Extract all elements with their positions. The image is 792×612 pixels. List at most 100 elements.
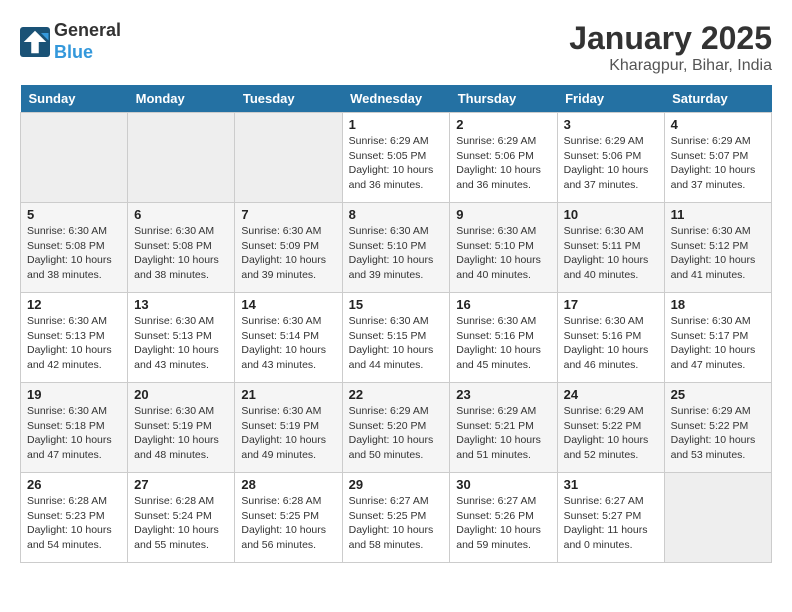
day-number: 24: [564, 387, 658, 402]
day-number: 30: [456, 477, 550, 492]
day-info: Sunrise: 6:29 AM Sunset: 5:22 PM Dayligh…: [671, 404, 765, 463]
calendar-cell: 2 Sunrise: 6:29 AM Sunset: 5:06 PM Daylig…: [450, 113, 557, 203]
calendar-cell: 21 Sunrise: 6:30 AM Sunset: 5:19 PM Dayli…: [235, 383, 342, 473]
day-info: Sunrise: 6:28 AM Sunset: 5:24 PM Dayligh…: [134, 494, 228, 553]
calendar-cell: 26 Sunrise: 6:28 AM Sunset: 5:23 PM Dayli…: [21, 473, 128, 563]
calendar-cell: 5Sunrise: 6:30 AM Sunset: 5:08 PM Daylig…: [21, 203, 128, 293]
weekday-header: Sunday: [21, 85, 128, 113]
day-info: Sunrise: 6:29 AM Sunset: 5:06 PM Dayligh…: [456, 134, 550, 193]
day-number: 14: [241, 297, 335, 312]
weekday-header: Saturday: [664, 85, 771, 113]
day-number: 27: [134, 477, 228, 492]
day-number: 7: [241, 207, 335, 222]
day-number: 10: [564, 207, 658, 222]
day-number: 2: [456, 117, 550, 132]
day-number: 15: [349, 297, 444, 312]
day-number: 1: [349, 117, 444, 132]
day-number: 16: [456, 297, 550, 312]
day-info: Sunrise: 6:30 AM Sunset: 5:12 PM Dayligh…: [671, 224, 765, 283]
day-info: Sunrise: 6:30 AM Sunset: 5:19 PM Dayligh…: [134, 404, 228, 463]
weekday-header: Friday: [557, 85, 664, 113]
day-number: 18: [671, 297, 765, 312]
calendar-week-row: 12 Sunrise: 6:30 AM Sunset: 5:13 PM Dayli…: [21, 293, 772, 383]
calendar-cell: 25 Sunrise: 6:29 AM Sunset: 5:22 PM Dayli…: [664, 383, 771, 473]
day-info: Sunrise: 6:29 AM Sunset: 5:22 PM Dayligh…: [564, 404, 658, 463]
calendar-cell: 15 Sunrise: 6:30 AM Sunset: 5:15 PM Dayli…: [342, 293, 450, 383]
day-number: 23: [456, 387, 550, 402]
calendar-subtitle: Kharagpur, Bihar, India: [569, 57, 772, 75]
calendar-cell: 19Sunrise: 6:30 AM Sunset: 5:18 PM Dayli…: [21, 383, 128, 473]
calendar-cell: 17 Sunrise: 6:30 AM Sunset: 5:16 PM Dayli…: [557, 293, 664, 383]
calendar-cell: 20Sunrise: 6:30 AM Sunset: 5:19 PM Dayli…: [128, 383, 235, 473]
calendar-cell: 7 Sunrise: 6:30 AM Sunset: 5:09 PM Daylig…: [235, 203, 342, 293]
weekday-header: Monday: [128, 85, 235, 113]
day-number: 6: [134, 207, 228, 222]
day-number: 28: [241, 477, 335, 492]
day-info: Sunrise: 6:28 AM Sunset: 5:25 PM Dayligh…: [241, 494, 335, 553]
calendar-cell: 23 Sunrise: 6:29 AM Sunset: 5:21 PM Dayli…: [450, 383, 557, 473]
day-info: Sunrise: 6:30 AM Sunset: 5:15 PM Dayligh…: [349, 314, 444, 373]
calendar-week-row: 1 Sunrise: 6:29 AM Sunset: 5:05 PM Daylig…: [21, 113, 772, 203]
weekday-header: Thursday: [450, 85, 557, 113]
calendar-cell: [21, 113, 128, 203]
calendar-cell: 29 Sunrise: 6:27 AM Sunset: 5:25 PM Dayli…: [342, 473, 450, 563]
day-info: Sunrise: 6:29 AM Sunset: 5:20 PM Dayligh…: [349, 404, 444, 463]
calendar-cell: [128, 113, 235, 203]
day-number: 21: [241, 387, 335, 402]
day-info: Sunrise: 6:30 AM Sunset: 5:16 PM Dayligh…: [456, 314, 550, 373]
day-info: Sunrise: 6:30 AM Sunset: 5:11 PM Dayligh…: [564, 224, 658, 283]
calendar-cell: 13Sunrise: 6:30 AM Sunset: 5:13 PM Dayli…: [128, 293, 235, 383]
day-info: Sunrise: 6:27 AM Sunset: 5:27 PM Dayligh…: [564, 494, 658, 553]
calendar-cell: 31 Sunrise: 6:27 AM Sunset: 5:27 PM Dayli…: [557, 473, 664, 563]
calendar-title: January 2025: [569, 20, 772, 57]
day-number: 31: [564, 477, 658, 492]
logo-line2: Blue: [54, 42, 121, 64]
day-info: Sunrise: 6:30 AM Sunset: 5:17 PM Dayligh…: [671, 314, 765, 373]
day-number: 25: [671, 387, 765, 402]
day-number: 9: [456, 207, 550, 222]
calendar-cell: 9 Sunrise: 6:30 AM Sunset: 5:10 PM Daylig…: [450, 203, 557, 293]
day-number: 8: [349, 207, 444, 222]
day-number: 29: [349, 477, 444, 492]
day-number: 11: [671, 207, 765, 222]
calendar-cell: 24 Sunrise: 6:29 AM Sunset: 5:22 PM Dayli…: [557, 383, 664, 473]
calendar-table: SundayMondayTuesdayWednesdayThursdayFrid…: [20, 85, 772, 563]
day-number: 5: [27, 207, 121, 222]
calendar-cell: 10 Sunrise: 6:30 AM Sunset: 5:11 PM Dayli…: [557, 203, 664, 293]
page-header: General Blue January 2025 Kharagpur, Bih…: [20, 20, 772, 75]
day-info: Sunrise: 6:30 AM Sunset: 5:08 PM Dayligh…: [134, 224, 228, 283]
day-number: 26: [27, 477, 121, 492]
day-info: Sunrise: 6:29 AM Sunset: 5:05 PM Dayligh…: [349, 134, 444, 193]
calendar-cell: 1 Sunrise: 6:29 AM Sunset: 5:05 PM Daylig…: [342, 113, 450, 203]
day-info: Sunrise: 6:30 AM Sunset: 5:10 PM Dayligh…: [456, 224, 550, 283]
day-info: Sunrise: 6:29 AM Sunset: 5:21 PM Dayligh…: [456, 404, 550, 463]
calendar-cell: 27 Sunrise: 6:28 AM Sunset: 5:24 PM Dayli…: [128, 473, 235, 563]
weekday-header: Wednesday: [342, 85, 450, 113]
day-info: Sunrise: 6:29 AM Sunset: 5:07 PM Dayligh…: [671, 134, 765, 193]
calendar-cell: [235, 113, 342, 203]
day-info: Sunrise: 6:30 AM Sunset: 5:13 PM Dayligh…: [134, 314, 228, 373]
day-info: Sunrise: 6:30 AM Sunset: 5:16 PM Dayligh…: [564, 314, 658, 373]
calendar-cell: 8 Sunrise: 6:30 AM Sunset: 5:10 PM Daylig…: [342, 203, 450, 293]
day-info: Sunrise: 6:30 AM Sunset: 5:19 PM Dayligh…: [241, 404, 335, 463]
day-info: Sunrise: 6:28 AM Sunset: 5:23 PM Dayligh…: [27, 494, 121, 553]
calendar-cell: 14 Sunrise: 6:30 AM Sunset: 5:14 PM Dayli…: [235, 293, 342, 383]
day-number: 12: [27, 297, 121, 312]
calendar-cell: 30Sunrise: 6:27 AM Sunset: 5:26 PM Dayli…: [450, 473, 557, 563]
day-info: Sunrise: 6:30 AM Sunset: 5:14 PM Dayligh…: [241, 314, 335, 373]
calendar-cell: 16 Sunrise: 6:30 AM Sunset: 5:16 PM Dayli…: [450, 293, 557, 383]
calendar-week-row: 5 Sunrise: 6:30 AM Sunset: 5:08 PM Daylig…: [21, 203, 772, 293]
logo-icon: [20, 27, 50, 57]
logo: General Blue: [20, 20, 121, 63]
calendar-cell: [664, 473, 771, 563]
day-info: Sunrise: 6:30 AM Sunset: 5:10 PM Dayligh…: [349, 224, 444, 283]
day-number: 22: [349, 387, 444, 402]
day-number: 4: [671, 117, 765, 132]
logo-line1: General: [54, 20, 121, 42]
day-number: 17: [564, 297, 658, 312]
day-number: 19: [27, 387, 121, 402]
day-info: Sunrise: 6:27 AM Sunset: 5:25 PM Dayligh…: [349, 494, 444, 553]
title-block: January 2025 Kharagpur, Bihar, India: [569, 20, 772, 75]
day-info: Sunrise: 6:30 AM Sunset: 5:09 PM Dayligh…: [241, 224, 335, 283]
calendar-week-row: 26 Sunrise: 6:28 AM Sunset: 5:23 PM Dayli…: [21, 473, 772, 563]
